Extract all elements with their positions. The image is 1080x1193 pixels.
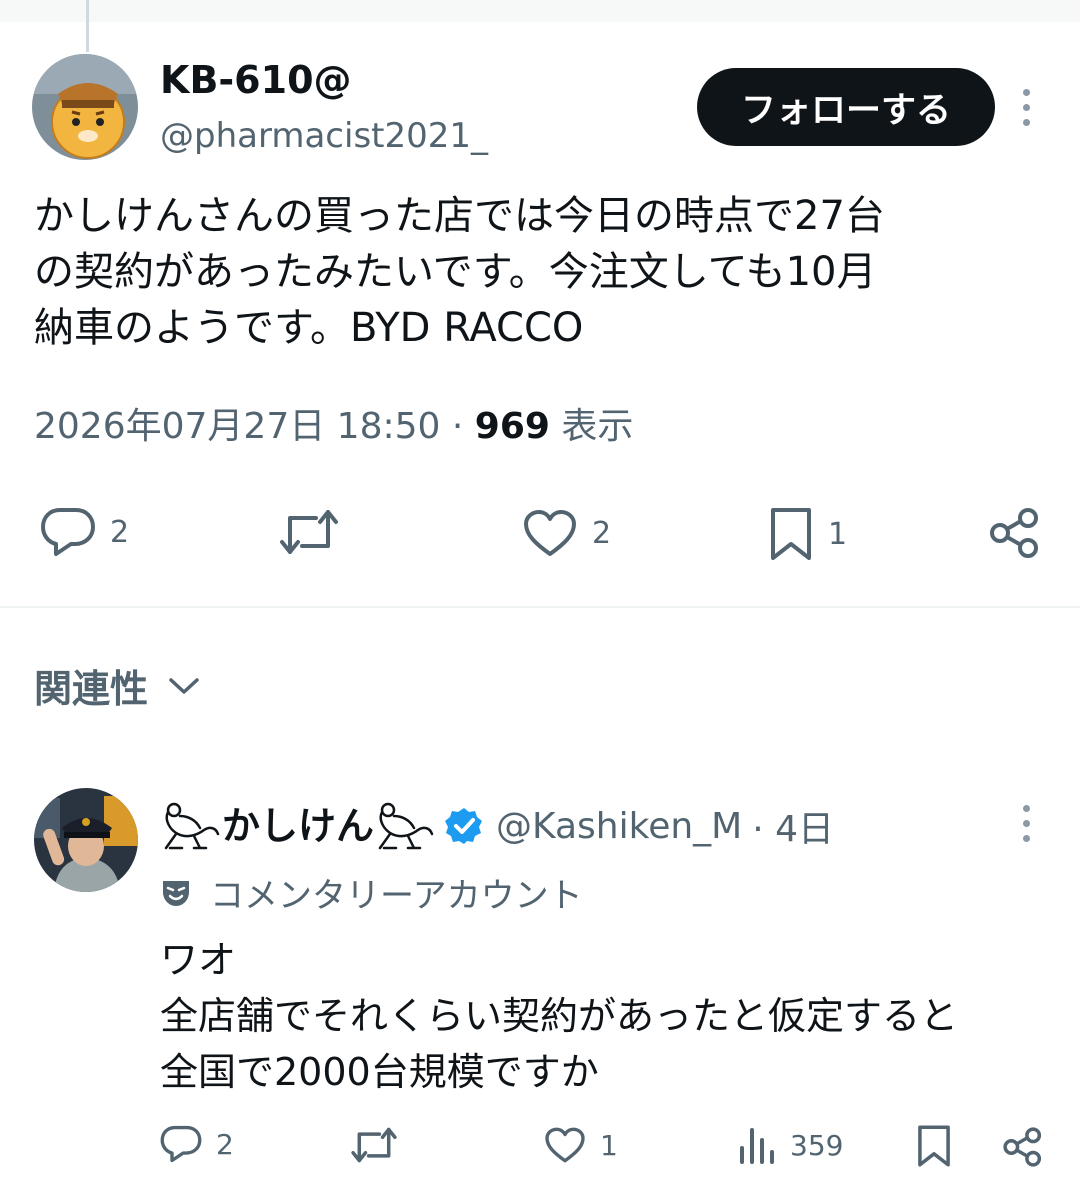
frog-emoji-icon — [378, 802, 434, 850]
section-divider — [0, 606, 1080, 608]
reply-reply-count: 2 — [216, 1127, 234, 1161]
speech-bubble-icon — [160, 1125, 202, 1163]
previous-post-area — [0, 0, 1080, 22]
bookmark-icon — [918, 1125, 950, 1167]
bookmark-count: 1 — [828, 516, 848, 552]
reply-text-line: 全国で2000台規模ですか — [160, 1050, 599, 1094]
tweet-meta: 2026年07月27日 18:50 · 969 表示 — [34, 402, 633, 452]
author-avatar[interactable] — [32, 54, 138, 160]
like-count: 2 — [592, 515, 612, 551]
heart-icon — [524, 510, 576, 556]
share-button[interactable] — [988, 506, 1042, 560]
reply-like-button[interactable]: 1 — [544, 1126, 618, 1164]
verified-badge-icon[interactable] — [444, 806, 484, 846]
meta-separator: · — [440, 406, 475, 447]
theater-mask-icon — [163, 880, 189, 906]
commentary-label-text: コメンタリーアカウント — [210, 876, 583, 916]
tweet-text-line: かしけんさんの買った店では今日の時点で27台 — [34, 193, 885, 239]
frog-emoji-icon — [164, 802, 220, 850]
author-name[interactable]: KB-610@ — [160, 58, 352, 102]
commentary-account-label: コメンタリーアカウント — [160, 868, 583, 917]
reply-text-line: ワオ — [160, 938, 237, 982]
bookmark-icon — [771, 508, 811, 560]
tweet-timestamp[interactable]: 2026年07月27日 18:50 — [34, 406, 440, 447]
reply-views-button[interactable]: 359 — [738, 1124, 843, 1166]
tweet-text-line: 納車のようです。BYD RACCO — [34, 305, 584, 351]
reply-reply-button[interactable]: 2 — [160, 1124, 234, 1164]
tweet-text-line: の契約があったみたいです。今注文しても10月 — [34, 249, 877, 295]
reply-bookmark-button[interactable] — [916, 1124, 952, 1168]
reply-views-count: 359 — [790, 1128, 844, 1162]
reply-count: 2 — [110, 514, 130, 550]
reply-author-handle[interactable]: @Kashiken_M — [496, 806, 742, 847]
tweet-text: かしけんさんの買った店では今日の時点で27台 の契約があったみたいです。今注文し… — [34, 188, 1054, 356]
reply-author-avatar[interactable] — [34, 788, 138, 892]
reply-repost-button[interactable] — [350, 1126, 412, 1164]
reply-button[interactable]: 2 — [40, 506, 129, 558]
reply-text: ワオ 全店舗でそれくらい契約があったと仮定すると 全国で2000台規模ですか — [160, 932, 958, 1100]
repost-arrows-icon — [280, 510, 338, 554]
heart-icon — [545, 1127, 585, 1163]
repost-button[interactable] — [278, 508, 354, 556]
sort-dropdown[interactable]: 関連性 — [34, 658, 200, 713]
reply-time[interactable]: · 4日 — [752, 800, 834, 852]
speech-bubble-icon — [41, 508, 95, 556]
views-count: 969 — [474, 406, 550, 447]
reply-share-button[interactable] — [1002, 1126, 1044, 1168]
chevron-down-icon — [169, 677, 199, 694]
reply-author-row: かしけん @Kashiken_M · 4日 — [160, 800, 834, 852]
share-icon — [990, 508, 1038, 558]
bookmark-button[interactable]: 1 — [768, 506, 847, 562]
author-handle[interactable]: @pharmacist2021_ — [160, 116, 488, 156]
sort-label: 関連性 — [34, 667, 149, 711]
views-label: 表示 — [549, 406, 634, 447]
like-button[interactable]: 2 — [522, 508, 611, 558]
bar-chart-icon — [740, 1128, 774, 1164]
reply-author-name[interactable]: かしけん — [222, 800, 374, 852]
reply-text-line: 全店舗でそれくらい契約があったと仮定すると — [160, 994, 959, 1038]
more-vertical-icon[interactable] — [1006, 82, 1046, 132]
thread-connector-line — [86, 0, 89, 52]
share-icon — [1003, 1127, 1042, 1167]
reply-like-count: 1 — [600, 1128, 618, 1162]
reply-more-vertical-icon[interactable] — [1006, 798, 1046, 848]
repost-arrows-icon — [351, 1127, 397, 1163]
follow-button[interactable]: フォローする — [697, 68, 995, 146]
